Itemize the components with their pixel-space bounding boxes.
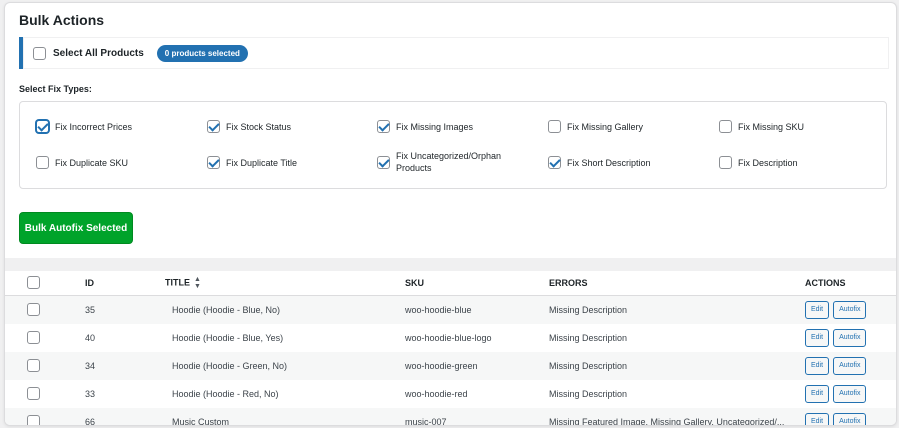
row-title: Hoodie (Hoodie - Blue, No): [165, 295, 405, 324]
table-row: 35 Hoodie (Hoodie - Blue, No) woo-hoodie…: [5, 295, 896, 324]
fix-option-missing-gallery[interactable]: Fix Missing Gallery: [548, 120, 643, 133]
select-all-checkbox[interactable]: [33, 46, 46, 60]
table-row: 66 Music Custom music-007 Missing Featur…: [5, 408, 896, 425]
sort-icon[interactable]: ▲ ▼: [194, 276, 201, 290]
header-checkbox-cell: [5, 271, 85, 296]
row-errors: Missing Description: [549, 352, 805, 380]
fix-short-description-checkbox[interactable]: [548, 156, 561, 169]
row-errors: Missing Description: [549, 333, 628, 343]
header-actions: ACTIONS: [805, 271, 896, 296]
table-header-row: ID TITLE ▲ ▼ SKU ERRORS ACTIONS: [5, 271, 896, 296]
fix-missing-gallery-checkbox[interactable]: [548, 120, 561, 133]
fix-option-label: Fix Uncategorized/Orphan Products: [396, 151, 502, 173]
header-id[interactable]: ID: [85, 271, 165, 296]
fix-option-missing-images[interactable]: Fix Missing Images: [377, 120, 473, 133]
table-row: 33 Hoodie (Hoodie - Red, No) woo-hoodie-…: [5, 380, 896, 408]
fix-option-label: Fix Duplicate Title: [226, 157, 298, 168]
fix-option-label: Fix Short Description: [567, 157, 651, 168]
row-title: Music Custom: [165, 408, 405, 425]
row-errors: Missing Description: [549, 295, 805, 324]
edit-button[interactable]: Edit: [805, 329, 830, 347]
select-all-bar: Select All Products 0 products selected: [19, 37, 889, 69]
header-title[interactable]: TITLE ▲ ▼: [165, 271, 405, 296]
fix-option-description[interactable]: Fix Description: [719, 156, 798, 169]
row-actions: Edit Autofix: [805, 295, 896, 324]
edit-button[interactable]: Edit: [805, 385, 830, 403]
row-id: 66: [85, 408, 165, 425]
row-actions: Edit Autofix: [805, 324, 896, 352]
row-actions: Edit Autofix: [805, 408, 896, 425]
row-sku: music-007: [405, 408, 549, 425]
header-sku: SKU: [405, 271, 549, 296]
fix-option-missing-sku[interactable]: Fix Missing SKU: [719, 120, 804, 133]
edit-button[interactable]: Edit: [805, 301, 830, 319]
row-sku: woo-hoodie-green: [405, 352, 549, 380]
fix-option-label: Fix Incorrect Prices: [55, 121, 133, 132]
divider-strip: [5, 258, 896, 271]
row-sku: woo-hoodie-blue-logo: [405, 333, 492, 343]
fix-incorrect-prices-checkbox[interactable]: [36, 120, 49, 133]
autofix-button[interactable]: Autofix: [833, 413, 867, 425]
row-title: Hoodie (Hoodie - Green, No): [165, 352, 405, 380]
row-checkbox[interactable]: [27, 414, 40, 425]
row-title: Hoodie (Hoodie - Blue, Yes): [172, 333, 284, 343]
panel-title: Bulk Actions: [19, 12, 105, 28]
fix-option-label: Fix Stock Status: [226, 121, 292, 132]
fix-option-label: Fix Missing SKU: [738, 121, 805, 132]
row-id: 35: [85, 295, 165, 324]
fix-missing-images-checkbox[interactable]: [377, 120, 390, 133]
row-actions: Edit Autofix: [805, 352, 896, 380]
row-actions: Edit Autofix: [805, 380, 896, 408]
fix-option-stock-status[interactable]: Fix Stock Status: [207, 120, 291, 133]
autofix-button[interactable]: Autofix: [833, 357, 867, 375]
row-sku: woo-hoodie-blue: [405, 295, 549, 324]
fix-duplicate-sku-checkbox[interactable]: [36, 156, 49, 169]
row-id: 34: [85, 352, 165, 380]
fix-option-label: Fix Duplicate SKU: [55, 157, 129, 168]
selected-count-badge: 0 products selected: [156, 44, 248, 62]
row-id: 33: [85, 389, 96, 399]
row-checkbox[interactable]: [27, 386, 40, 400]
autofix-button[interactable]: Autofix: [833, 329, 867, 347]
row-errors: Missing Featured Image, Missing Gallery,…: [549, 408, 805, 425]
header-title-label: TITLE: [165, 277, 190, 288]
row-title: Hoodie (Hoodie - Red, No): [172, 389, 279, 399]
row-sku: woo-hoodie-red: [405, 389, 468, 399]
fix-duplicate-title-checkbox[interactable]: [207, 156, 220, 169]
row-checkbox[interactable]: [27, 302, 40, 316]
row-checkbox[interactable]: [27, 358, 40, 372]
fix-missing-sku-checkbox[interactable]: [719, 120, 732, 133]
fix-description-checkbox[interactable]: [719, 156, 732, 169]
select-all-rows-checkbox[interactable]: [27, 275, 40, 289]
fix-option-duplicate-sku[interactable]: Fix Duplicate SKU: [36, 156, 128, 169]
fix-option-short-description[interactable]: Fix Short Description: [548, 156, 651, 169]
fix-option-duplicate-title[interactable]: Fix Duplicate Title: [207, 156, 297, 169]
fix-uncategorized-checkbox[interactable]: [377, 155, 390, 169]
fix-stock-status-checkbox[interactable]: [207, 120, 220, 133]
fix-option-label: Fix Description: [738, 157, 798, 168]
table-row: 40 Hoodie (Hoodie - Blue, Yes) woo-hoodi…: [5, 324, 896, 352]
fix-option-label: Fix Missing Gallery: [567, 121, 644, 132]
autofix-button[interactable]: Autofix: [833, 301, 867, 319]
header-errors: ERRORS: [549, 271, 805, 296]
edit-button[interactable]: Edit: [805, 413, 830, 425]
table-row: 34 Hoodie (Hoodie - Green, No) woo-hoodi…: [5, 352, 896, 380]
fix-option-label: Fix Missing Images: [396, 121, 474, 132]
row-errors: Missing Description: [549, 389, 628, 399]
fix-types-heading: Select Fix Types:: [19, 84, 92, 94]
products-table: ID TITLE ▲ ▼ SKU ERRORS ACTIONS 35 Hoodie …: [5, 271, 896, 425]
fix-option-incorrect-prices[interactable]: Fix Incorrect Prices: [36, 120, 132, 133]
bulk-actions-panel: Bulk Actions Select All Products 0 produ…: [4, 2, 897, 426]
row-checkbox[interactable]: [27, 330, 40, 344]
select-all-label[interactable]: Select All Products: [53, 48, 144, 59]
autofix-button[interactable]: Autofix: [833, 385, 867, 403]
fix-types-box: Fix Incorrect Prices Fix Stock Status Fi…: [19, 101, 887, 189]
fix-option-uncategorized[interactable]: Fix Uncategorized/Orphan Products: [377, 150, 507, 174]
edit-button[interactable]: Edit: [805, 357, 830, 375]
bulk-autofix-button[interactable]: Bulk Autofix Selected: [19, 212, 133, 244]
row-id: 40: [85, 333, 96, 343]
